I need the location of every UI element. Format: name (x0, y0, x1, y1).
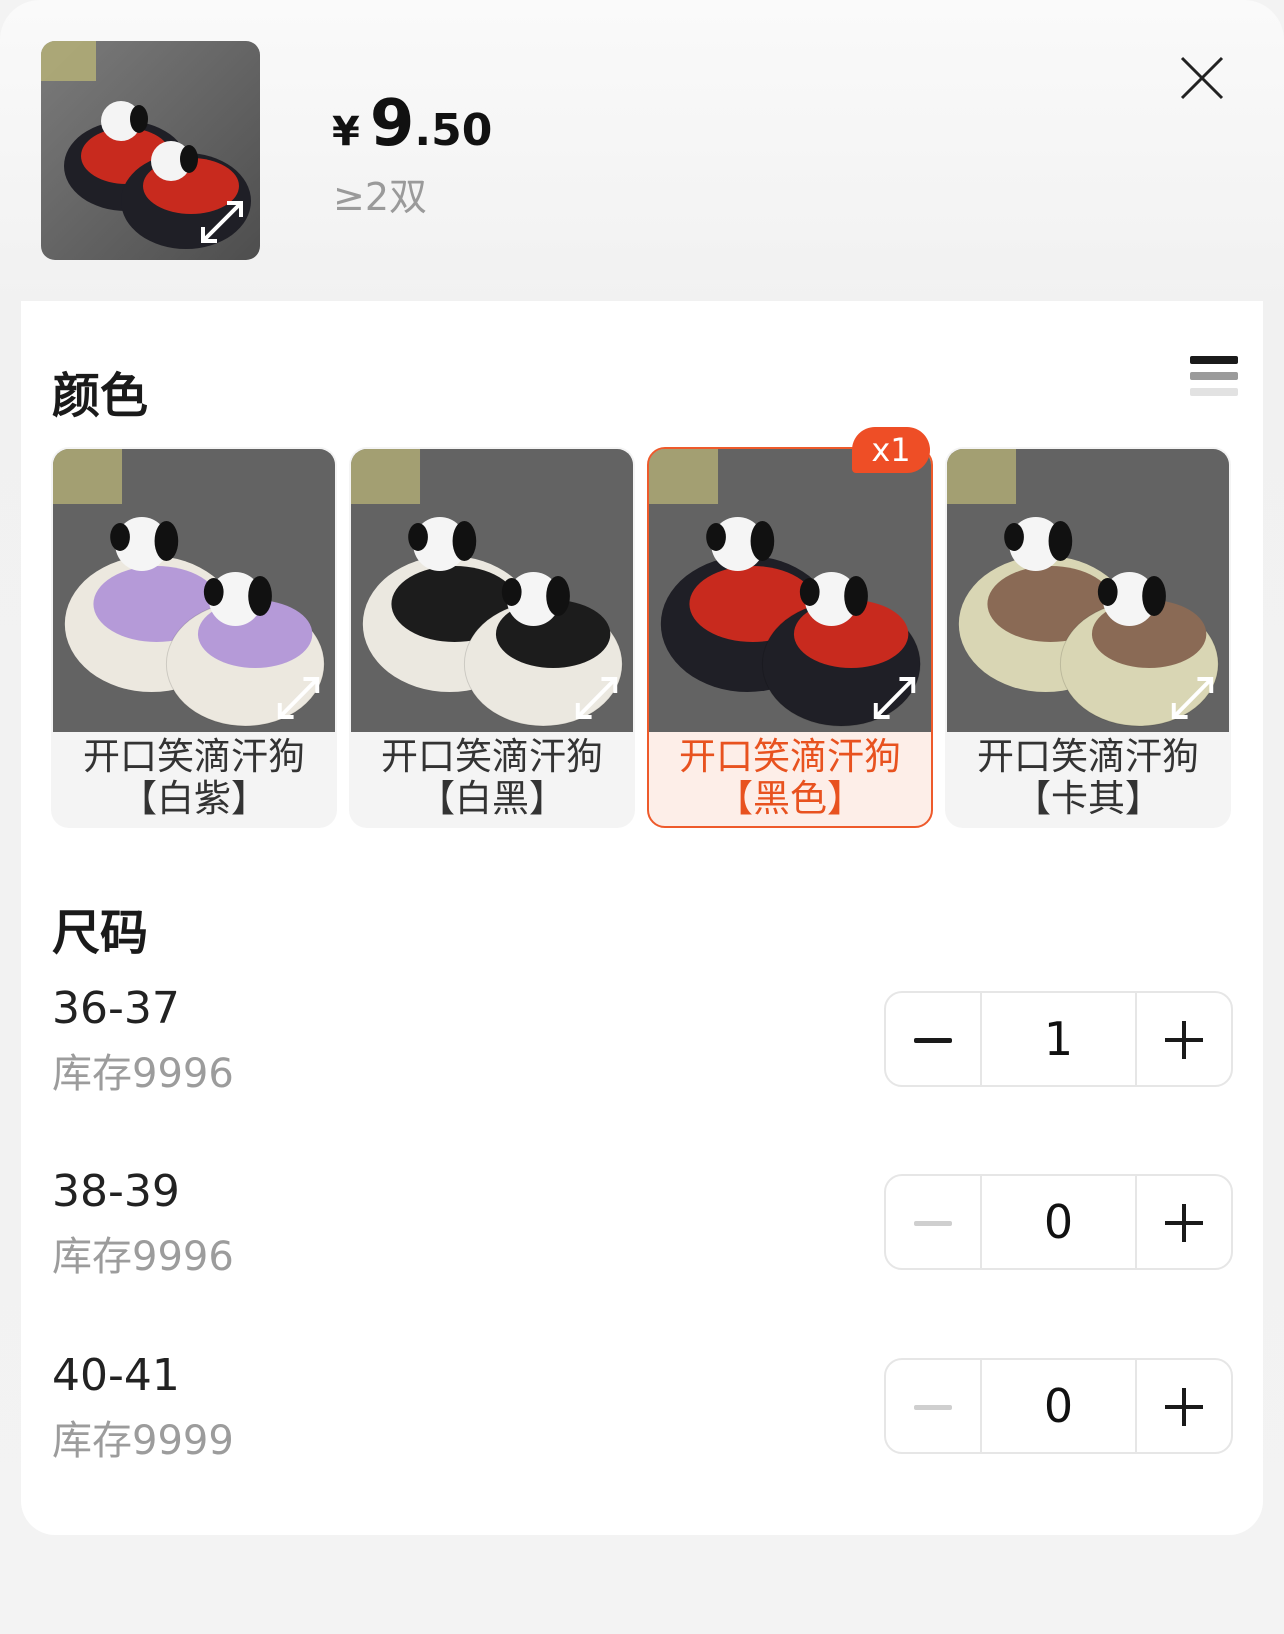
size-label: 38-39 (52, 1166, 180, 1217)
quantity-input[interactable]: 1 (979, 993, 1138, 1085)
size-row: 40-41 库存9999 0 (52, 1350, 1233, 1464)
quantity-stepper: 0 (884, 1358, 1233, 1454)
product-image (41, 41, 260, 260)
size-row: 38-39 库存9996 0 (52, 1166, 1233, 1280)
color-option-image (649, 449, 931, 732)
color-option-variant: 【白紫】 (120, 777, 268, 820)
size-section-title: 尺码 (52, 905, 149, 961)
product-thumbnail[interactable] (41, 41, 260, 260)
list-view-toggle[interactable] (1190, 356, 1238, 408)
selected-count-badge: x1 (852, 427, 930, 473)
color-option-label: 开口笑滴汗狗 【白黑】 (351, 736, 633, 820)
close-icon (1180, 56, 1224, 100)
decrement-button[interactable] (886, 1360, 980, 1452)
increment-button[interactable] (1137, 1176, 1231, 1268)
increment-button[interactable] (1137, 1360, 1231, 1452)
min-order-label: ≥2双 (333, 175, 428, 219)
color-option-variant: 【卡其】 (1014, 777, 1162, 820)
color-option-label: 开口笑滴汗狗 【黑色】 (649, 736, 931, 820)
decrement-button[interactable] (886, 1176, 980, 1268)
color-option-name: 开口笑滴汗狗 (83, 735, 305, 778)
increment-button[interactable] (1137, 993, 1231, 1085)
quantity-input[interactable]: 0 (979, 1360, 1138, 1452)
size-label: 36-37 (52, 983, 180, 1034)
size-label: 40-41 (52, 1350, 180, 1401)
stock-label: 库存9996 (52, 1051, 234, 1097)
color-option-image (947, 449, 1229, 732)
quantity-input[interactable]: 0 (979, 1176, 1138, 1268)
decrement-button[interactable] (886, 993, 980, 1085)
close-button[interactable] (1176, 52, 1228, 104)
color-option-variant: 【黑色】 (716, 777, 864, 820)
currency-symbol: ¥ (332, 109, 360, 155)
minus-icon (914, 1038, 952, 1043)
color-option[interactable]: 开口笑滴汗狗 【白黑】 (349, 447, 635, 828)
color-option-name: 开口笑滴汗狗 (381, 735, 603, 778)
color-option[interactable]: 开口笑滴汗狗 【卡其】 (945, 447, 1231, 828)
stock-label: 库存9996 (52, 1234, 234, 1280)
unit-price: ¥ 9 .50 (332, 92, 492, 156)
color-option-name: 开口笑滴汗狗 (679, 735, 901, 778)
color-option[interactable]: 开口笑滴汗狗 【黑色】 (647, 447, 933, 828)
color-option[interactable]: 开口笑滴汗狗 【白紫】 (51, 447, 337, 828)
color-option-image (351, 449, 633, 732)
quantity-stepper: 0 (884, 1174, 1233, 1270)
color-option-image (53, 449, 335, 732)
list-view-icon (1190, 356, 1238, 396)
minus-icon (914, 1405, 952, 1410)
quantity-stepper: 1 (884, 991, 1233, 1087)
color-option-label: 开口笑滴汗狗 【白紫】 (53, 736, 335, 820)
minus-icon (914, 1221, 952, 1226)
price-decimal: .50 (414, 105, 493, 156)
price-integer: 9 (369, 87, 415, 161)
sku-selector-sheet: ¥ 9 .50 ≥2双 颜色 开口笑滴汗狗 【白紫】 开口笑滴汗狗 【白黑】 开口笑滴汗… (0, 0, 1284, 1634)
color-option-name: 开口笑滴汗狗 (977, 735, 1199, 778)
size-row: 36-37 库存9996 1 (52, 983, 1233, 1097)
color-section-title: 颜色 (52, 368, 149, 424)
color-option-variant: 【白黑】 (418, 777, 566, 820)
color-option-label: 开口笑滴汗狗 【卡其】 (947, 736, 1229, 820)
stock-label: 库存9999 (52, 1418, 234, 1464)
